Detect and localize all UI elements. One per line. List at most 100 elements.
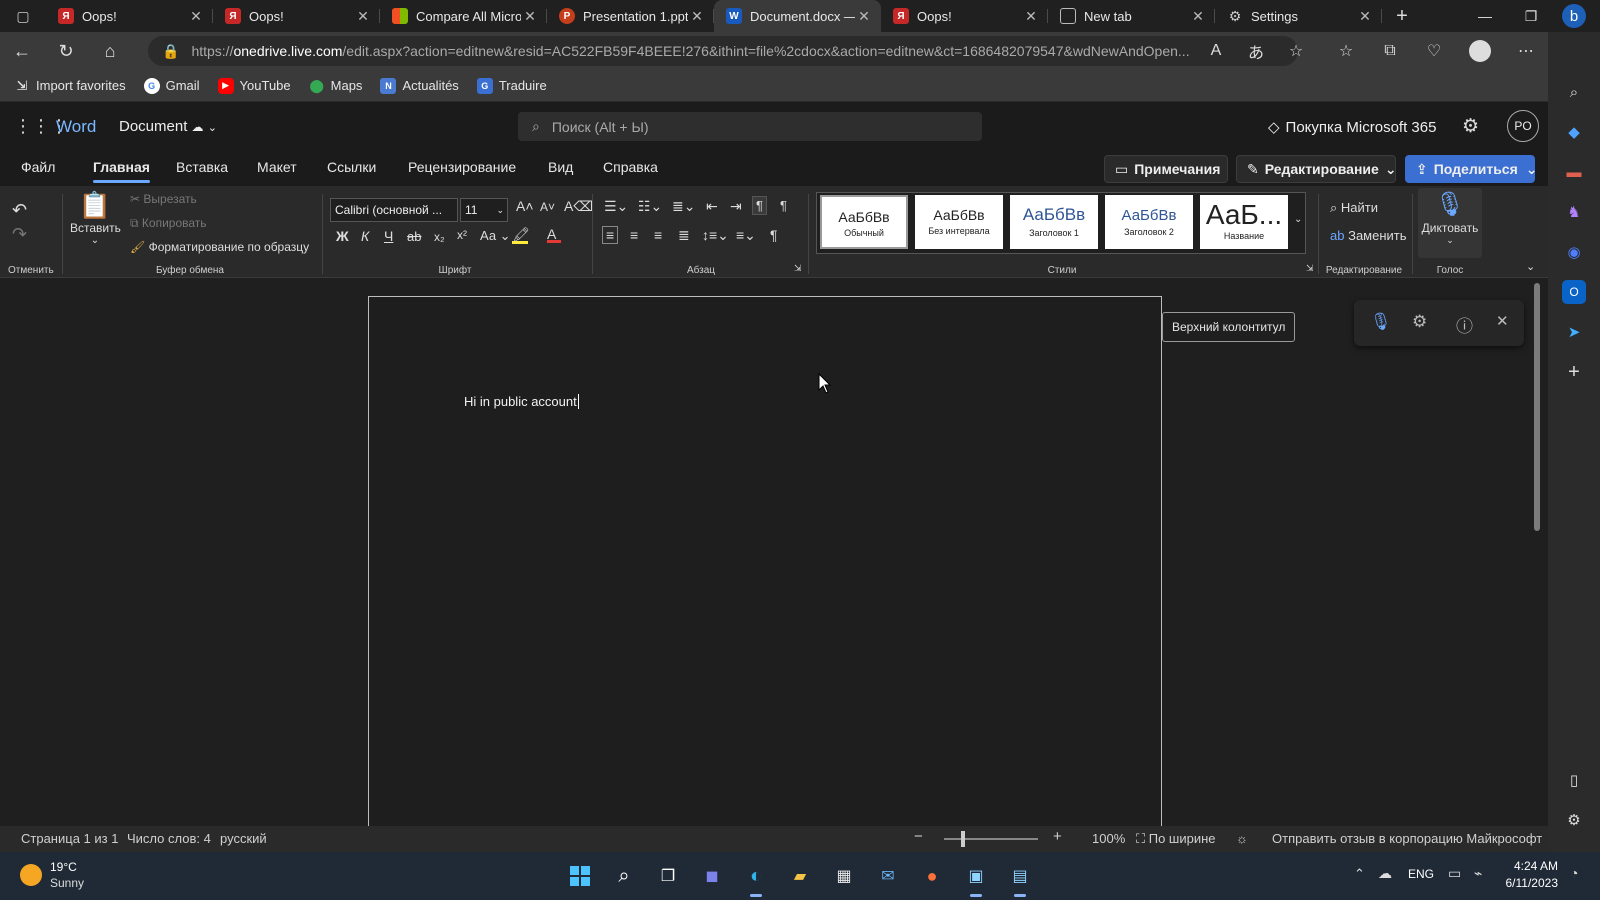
favorite-gmail[interactable]: G Gmail bbox=[143, 77, 200, 94]
clear-formatting-icon[interactable]: A⌫ bbox=[564, 198, 593, 215]
favorite-maps[interactable]: ⬤ Maps bbox=[309, 78, 362, 94]
style-normal[interactable]: АаБбВв Обычный bbox=[820, 195, 908, 249]
browser-tab-1[interactable]: Я Oops! ✕ bbox=[46, 0, 213, 32]
tools-icon[interactable]: ▬ bbox=[1562, 160, 1586, 184]
document-page[interactable]: Hi in public account bbox=[368, 296, 1162, 836]
browser-essentials-icon[interactable]: ♡ bbox=[1414, 32, 1454, 70]
underline-button[interactable]: Ч bbox=[384, 228, 393, 244]
gear-icon[interactable]: ⚙ bbox=[1462, 115, 1479, 138]
tab-view[interactable]: Вид bbox=[548, 159, 573, 175]
shrink-font-icon[interactable]: A˅ bbox=[540, 200, 555, 214]
restore-icon[interactable]: ❐ bbox=[1508, 0, 1554, 32]
app-window-icon[interactable]: ▤ bbox=[1006, 862, 1034, 897]
profile-icon[interactable] bbox=[1460, 32, 1500, 70]
home-icon[interactable]: ⌂ bbox=[88, 41, 132, 62]
bing-chat-icon[interactable]: b bbox=[1562, 4, 1586, 28]
weather-condition[interactable]: Sunny bbox=[50, 876, 84, 890]
browser-tab-8[interactable]: ⚙ Settings ✕ bbox=[1215, 0, 1382, 32]
line-spacing-icon[interactable]: ↕≡⌄ bbox=[702, 227, 729, 244]
tab-home[interactable]: Главная bbox=[93, 159, 150, 183]
browser-tab-7[interactable]: New tab ✕ bbox=[1048, 0, 1215, 32]
style-no-spacing[interactable]: АаБбВв Без интервала bbox=[915, 195, 1003, 249]
tab-layout[interactable]: Макет bbox=[257, 159, 297, 175]
align-right-icon[interactable]: ≡ bbox=[654, 227, 662, 243]
favorite-news[interactable]: N Actualités bbox=[380, 77, 459, 94]
notifications-icon[interactable]: ◔ bbox=[1570, 865, 1578, 881]
teams-chat-icon[interactable]: ◼ bbox=[698, 862, 726, 890]
translate-icon[interactable]: あ bbox=[1236, 32, 1276, 70]
clock-time[interactable]: 4:24 AM bbox=[1504, 859, 1558, 873]
status-word-count[interactable]: Число слов: 4 bbox=[127, 831, 211, 846]
browser-tab-3[interactable]: Compare All Micros ✕ bbox=[380, 0, 547, 32]
change-case-button[interactable]: Аа ⌄ bbox=[480, 228, 511, 244]
favorites-icon[interactable]: ☆ bbox=[1326, 32, 1366, 70]
close-icon[interactable]: ✕ bbox=[521, 8, 539, 25]
font-size-dropdown[interactable]: 11 ⌄ bbox=[460, 198, 508, 222]
rtl-icon[interactable]: ¶ bbox=[780, 198, 787, 213]
tab-actions-icon[interactable]: ▢ bbox=[0, 0, 46, 32]
subscript-icon[interactable]: x₂ bbox=[434, 230, 445, 244]
clock-date[interactable]: 6/11/2023 bbox=[1498, 876, 1559, 890]
cut-button[interactable]: ✂ Вырезать bbox=[130, 192, 197, 206]
network-icon[interactable]: ⌁ bbox=[1474, 865, 1482, 882]
strikethrough-icon[interactable]: ab bbox=[407, 229, 421, 244]
browser-tab-5[interactable]: W Document.docx — ✕ bbox=[714, 0, 881, 32]
tab-references[interactable]: Ссылки bbox=[327, 159, 376, 175]
read-aloud-icon[interactable]: A bbox=[1196, 32, 1236, 70]
favorite-star-icon[interactable]: ☆ bbox=[1276, 32, 1316, 70]
favorite-import[interactable]: ⇲ Import favorites bbox=[14, 78, 126, 94]
search-icon[interactable]: ⌕ bbox=[610, 862, 638, 890]
telegram-icon[interactable]: ➤ bbox=[1562, 320, 1586, 344]
input-language[interactable]: ENG bbox=[1408, 867, 1434, 881]
games-icon[interactable]: ♞ bbox=[1562, 200, 1586, 224]
copy-button[interactable]: ⧉ Копировать bbox=[130, 216, 207, 231]
grow-font-icon[interactable]: A˄ bbox=[516, 198, 534, 214]
show-marks-icon[interactable]: ¶ bbox=[770, 227, 778, 243]
feedback-link[interactable]: Отправить отзыв в корпорацию Майкрософт bbox=[1272, 831, 1542, 846]
file-explorer-icon[interactable]: ▰ bbox=[786, 862, 814, 890]
multilevel-list-icon[interactable]: ≣⌄ bbox=[672, 198, 695, 215]
style-heading-1[interactable]: АаБбВв Заголовок 1 bbox=[1010, 195, 1098, 249]
settings-icon[interactable]: ⚙ bbox=[1562, 808, 1586, 832]
more-options-icon[interactable]: ⋯ bbox=[1506, 32, 1546, 70]
dialog-launcher-icon[interactable]: ⇲ bbox=[1306, 263, 1314, 274]
browser-tab-2[interactable]: Я Oops! ✕ bbox=[213, 0, 380, 32]
gear-icon[interactable]: ⚙ bbox=[1412, 312, 1427, 332]
style-heading-2[interactable]: АаБбВв Заголовок 2 bbox=[1105, 195, 1193, 249]
zoom-slider-thumb[interactable] bbox=[961, 831, 965, 847]
tab-file[interactable]: Файл bbox=[21, 159, 55, 175]
focus-icon[interactable]: ☼ bbox=[1236, 831, 1248, 846]
zoom-in-icon[interactable]: + bbox=[1053, 828, 1062, 845]
close-icon[interactable]: ✕ bbox=[688, 8, 706, 25]
close-icon[interactable]: ✕ bbox=[354, 8, 372, 25]
add-icon[interactable]: + bbox=[1562, 360, 1586, 384]
tab-help[interactable]: Справка bbox=[603, 159, 658, 175]
styles-more-icon[interactable]: ⌄ bbox=[1294, 214, 1302, 225]
address-bar[interactable]: 🔒 https://onedrive.live.com/edit.aspx?ac… bbox=[148, 36, 1298, 66]
shopping-icon[interactable]: ◆ bbox=[1562, 120, 1586, 144]
sidebar-layout-icon[interactable]: ▯ bbox=[1562, 768, 1586, 792]
favorite-translate[interactable]: G Traduire bbox=[476, 77, 547, 94]
edge-browser-icon[interactable]: ◐ bbox=[742, 862, 770, 897]
close-icon[interactable]: ✕ bbox=[187, 8, 205, 25]
redo-icon[interactable]: ↷ bbox=[12, 224, 27, 245]
document-title[interactable]: Document ☁ ⌄ bbox=[119, 118, 217, 135]
vertical-scrollbar[interactable] bbox=[1534, 283, 1540, 531]
browser-tab-4[interactable]: P Presentation 1.pptx ✕ bbox=[547, 0, 714, 32]
buy-microsoft365-button[interactable]: ◇ Покупка Microsoft 365 bbox=[1268, 118, 1436, 136]
tab-review[interactable]: Рецензирование bbox=[408, 159, 516, 175]
zoom-level[interactable]: 100% bbox=[1092, 831, 1125, 846]
minimize-icon[interactable]: — bbox=[1462, 0, 1508, 32]
windows-start-icon[interactable] bbox=[566, 862, 594, 890]
tab-insert[interactable]: Вставка bbox=[176, 159, 228, 175]
onedrive-cloud-icon[interactable]: ☁ bbox=[1378, 865, 1392, 882]
outlook-icon[interactable]: O bbox=[1562, 280, 1586, 304]
find-button[interactable]: ⌕ Найти bbox=[1330, 200, 1378, 216]
collections-icon[interactable]: ⧉ bbox=[1370, 32, 1410, 70]
font-name-dropdown[interactable]: Calibri (основной ... bbox=[330, 198, 458, 222]
favorite-youtube[interactable]: ▶ YouTube bbox=[217, 77, 291, 94]
refresh-icon[interactable]: ↻ bbox=[44, 41, 88, 62]
avatar[interactable]: PO bbox=[1507, 110, 1539, 142]
highlight-icon[interactable]: 🖍 bbox=[512, 226, 530, 244]
paste-button[interactable]: 📋 Вставить ⌄ bbox=[70, 190, 121, 246]
